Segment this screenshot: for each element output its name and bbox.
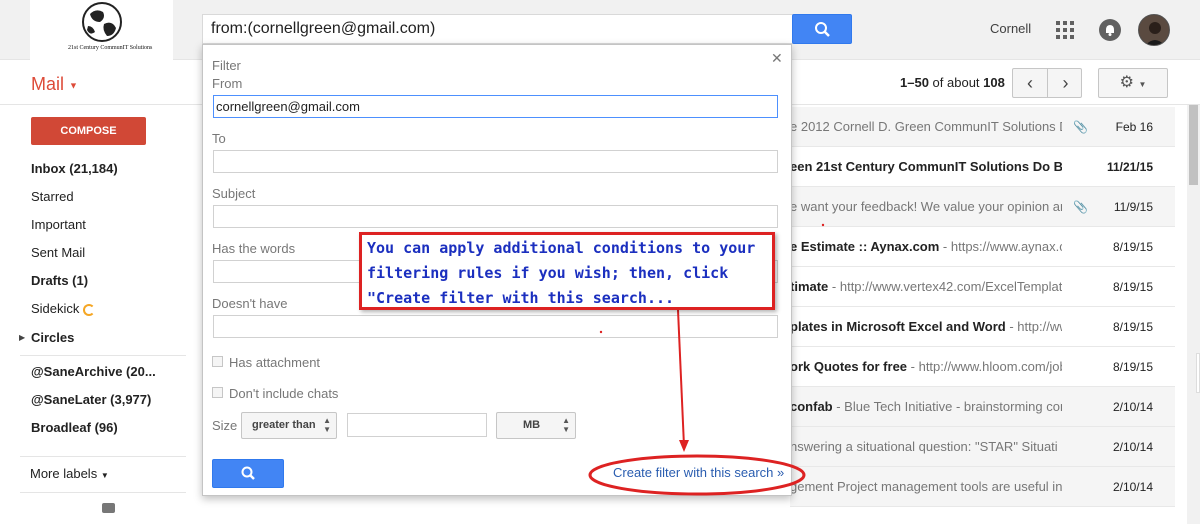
annotation-arrow (677, 309, 685, 447)
highlight-ellipse (588, 454, 806, 496)
arrow-head (679, 440, 689, 452)
annotation-text: You can apply additional conditions to y… (367, 239, 756, 307)
